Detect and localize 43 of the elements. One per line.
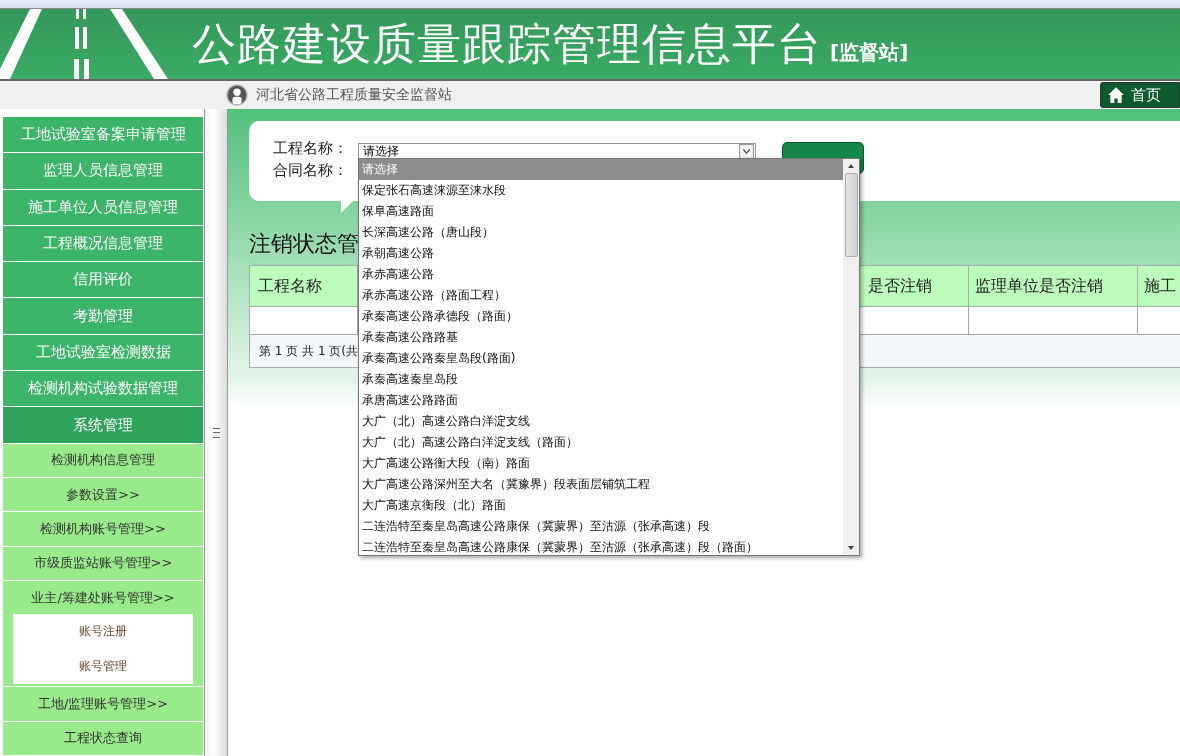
dropdown-option[interactable]: 承唐高速公路路面 <box>359 390 843 411</box>
platform-title: 公路建设质量跟踪管理信息平台 <box>192 16 822 71</box>
scroll-thumb[interactable] <box>844 173 858 257</box>
splitter[interactable] <box>204 109 228 756</box>
sidebar-subitem[interactable]: 工地/监理账号管理>> <box>3 687 203 721</box>
dropdown-option[interactable]: 大广高速公路衡大段（南）路面 <box>359 453 843 474</box>
station-name: 河北省公路工程质量安全监督站 <box>256 86 452 104</box>
sidebar-subitem[interactable]: 检测机构信息管理 <box>3 443 203 477</box>
submenu-item[interactable]: 账号管理 <box>13 649 193 685</box>
home-button[interactable]: 首页 <box>1100 82 1180 108</box>
project-label: 工程名称： <box>273 138 349 158</box>
dropdown-option[interactable]: 承朝高速公路 <box>359 243 843 264</box>
dropdown-option[interactable]: 保阜高速路面 <box>359 201 843 222</box>
home-icon <box>1107 86 1125 104</box>
dropdown-option[interactable]: 承秦高速公路承德段（路面） <box>359 306 843 327</box>
sidebar-subitem[interactable]: 参数设置>> <box>3 478 203 512</box>
dropdown-option[interactable]: 二连浩特至秦皇岛高速公路康保（冀蒙界）至沽源（张承高速）段（路面） <box>359 537 843 558</box>
dropdown-option[interactable]: 承秦高速公路秦皇岛段(路面) <box>359 348 843 369</box>
column-header: 监理单位是否注销 <box>969 266 1138 306</box>
sidebar-subitem[interactable]: 工程状态查询 <box>3 721 203 755</box>
dropdown-option[interactable]: 承秦高速秦皇岛段 <box>359 369 843 390</box>
dropdown-option[interactable]: 保定张石高速涞源至涞水段 <box>359 180 843 201</box>
dropdown-option[interactable]: 大广（北）高速公路白洋淀支线 <box>359 411 843 432</box>
dropdown-option[interactable]: 承秦高速公路路基 <box>359 327 843 348</box>
dropdown-option[interactable]: 大广高速公路深州至大名（冀豫界）段表面层铺筑工程 <box>359 474 843 495</box>
scrollbar[interactable] <box>843 159 859 555</box>
submenu-item[interactable]: 账号注册 <box>13 614 193 650</box>
dropdown-option[interactable]: 大广（北）高速公路白洋淀支线（路面） <box>359 432 843 453</box>
dropdown-option[interactable]: 长深高速公路（唐山段） <box>359 222 843 243</box>
dropdown-option[interactable]: 承赤高速公路（路面工程） <box>359 285 843 306</box>
dropdown-option[interactable]: 大广高速京衡段（北）路面 <box>359 495 843 516</box>
dropdown-option[interactable]: 承赤高速公路 <box>359 264 843 285</box>
pager-text: 第 1 页 共 1 页(共 <box>259 342 359 360</box>
user-avatar-icon <box>226 84 248 106</box>
grip-icon <box>212 427 220 438</box>
sidebar-subitem[interactable]: 市级质监站账号管理>> <box>3 546 203 580</box>
column-header: 施工 <box>1143 274 1177 297</box>
platform-subtitle: [监督站] <box>830 38 909 66</box>
sidebar-subitem[interactable]: 业主/筹建处账号管理>> <box>3 581 203 615</box>
contract-label: 合同名称： <box>273 160 349 180</box>
section-title: 注销状态管 <box>249 230 359 258</box>
dropdown-option[interactable]: 二连浩特至秦皇岛高速公路康保（冀蒙界）至沽源（张承高速）段 <box>359 516 843 537</box>
sidebar-subitem[interactable]: 检测机构账号管理>> <box>3 512 203 546</box>
